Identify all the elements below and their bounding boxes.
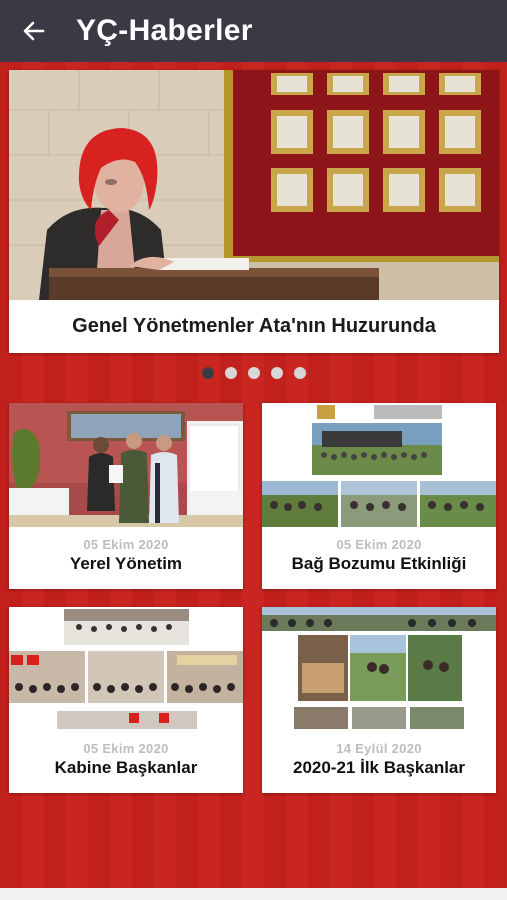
news-card-date: 05 Ekim 2020 [83,537,169,552]
news-card[interactable]: 14 Eylül 2020 2020-21 İlk Başkanlar [262,607,496,793]
news-card-title: Bağ Bozumu Etkinliği [291,554,467,573]
featured-slider[interactable]: Genel Yönetmenler Ata'nın Huzurunda [9,70,499,353]
bottom-bar [0,888,507,900]
slider-dot[interactable] [293,367,306,379]
slider-dot[interactable] [224,367,237,379]
slider-dot[interactable] [201,367,214,379]
slider-pagination [0,367,507,381]
app-title: YÇ-Haberler [76,14,253,47]
slider-dot[interactable] [270,367,283,379]
news-card-title: Kabine Başkanlar [54,758,198,777]
news-card-photo [9,607,243,731]
back-button[interactable] [20,17,48,45]
news-feed: Genel Yönetmenler Ata'nın Huzurunda 05 E… [0,62,507,888]
slider-dot[interactable] [247,367,260,379]
app-bar: YÇ-Haberler [0,0,507,62]
news-card[interactable]: 05 Ekim 2020 Bağ Bozumu Etkinliği [262,403,496,589]
news-card-title: 2020-21 İlk Başkanlar [292,758,465,777]
news-card[interactable]: 05 Ekim 2020 Yerel Yönetim [9,403,243,589]
news-card-date: 14 Eylül 2020 [336,741,422,756]
news-card-photo [262,403,496,527]
news-card-photo [9,403,243,527]
news-card-photo [262,607,496,731]
featured-photo [9,70,499,300]
featured-caption: Genel Yönetmenler Ata'nın Huzurunda [72,315,436,337]
news-card[interactable]: 05 Ekim 2020 Kabine Başkanlar [9,607,243,793]
news-card-title: Yerel Yönetim [69,554,183,573]
arrow-left-icon [23,21,45,41]
news-card-date: 05 Ekim 2020 [336,537,422,552]
news-card-date: 05 Ekim 2020 [83,741,169,756]
